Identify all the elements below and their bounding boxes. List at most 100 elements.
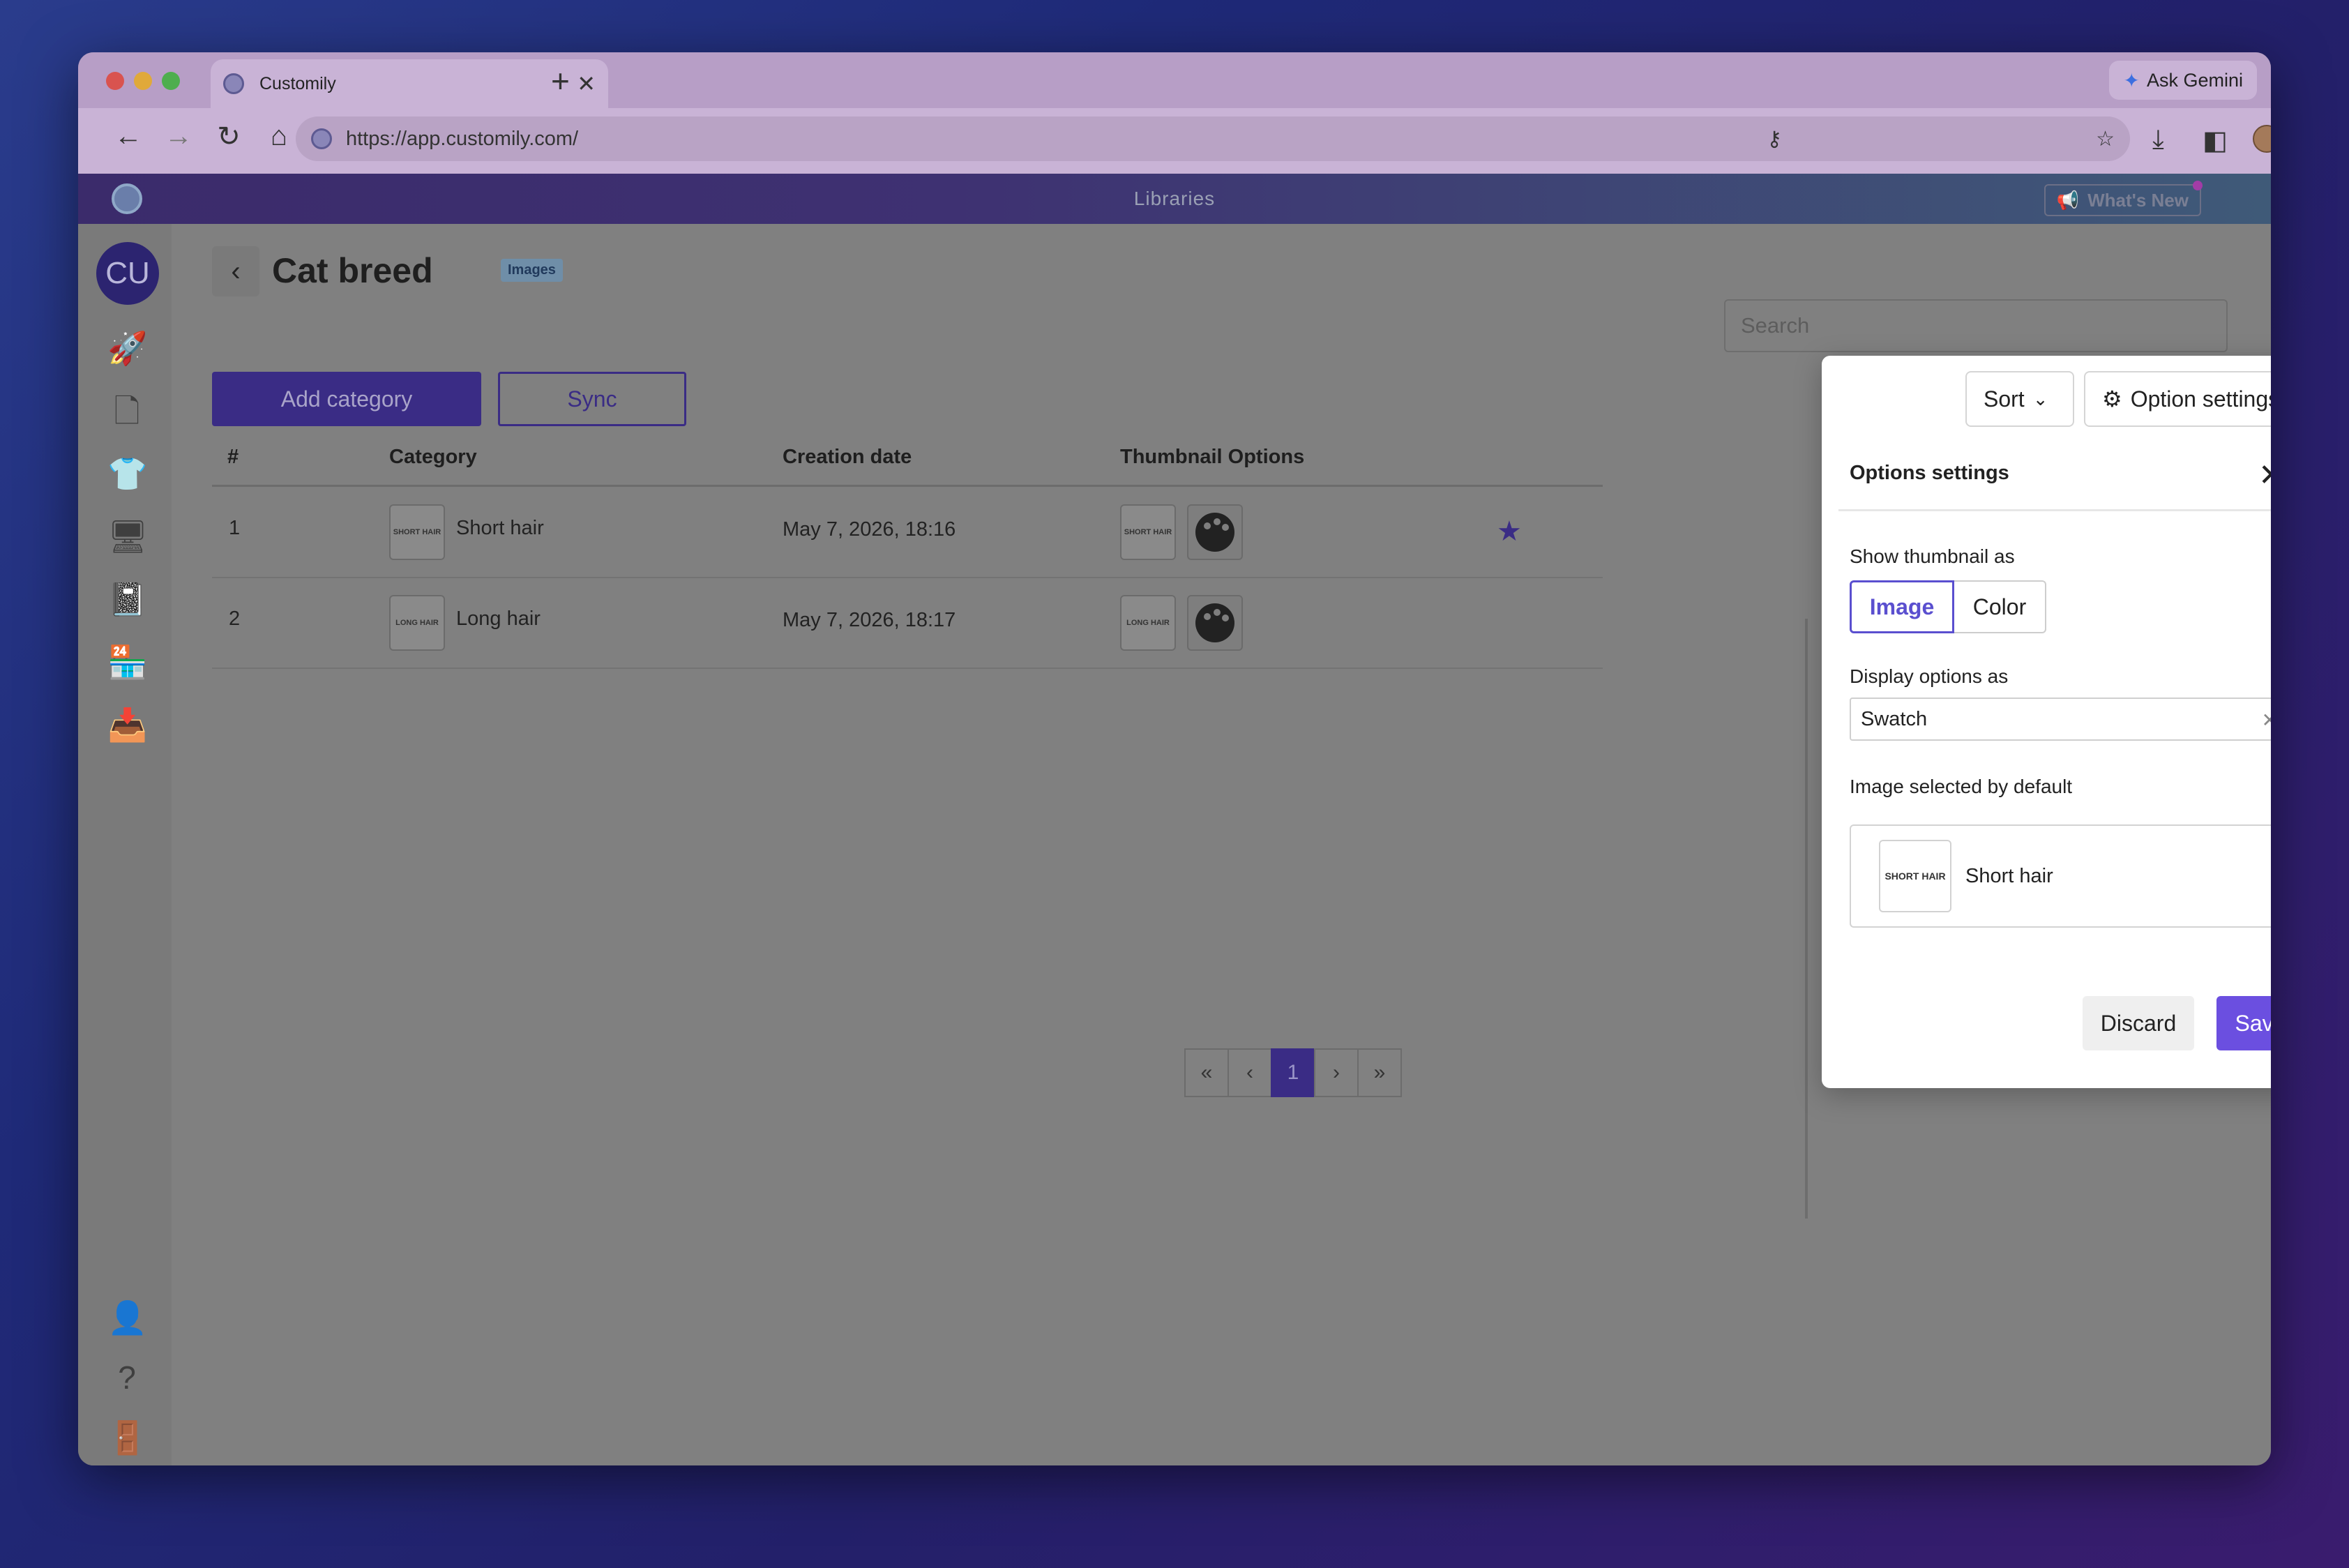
browser-window: Customily ✕ + ✦ Ask Gemini ← → ↻ ⌂ https… <box>78 52 2271 1465</box>
notification-dot <box>2193 181 2203 190</box>
search-input[interactable]: Search <box>1724 299 2228 352</box>
tab-title: Customily <box>259 73 336 93</box>
download-icon[interactable]: ⤓ <box>2152 125 2164 155</box>
user-settings-icon[interactable]: 👤 <box>107 1298 147 1337</box>
header-title: Libraries <box>1133 188 1216 209</box>
chevron-left-icon: ‹ <box>231 255 241 287</box>
sidebar: CU 🚀 🗋 👕 🖥 📓 🏪 📥 👤 ? 🚪 <box>78 224 172 1465</box>
window-minimize-dot[interactable] <box>134 72 152 90</box>
presentation-icon[interactable]: 🖥 <box>107 517 148 556</box>
thumbnail-toggle: Image Color <box>1850 580 2046 633</box>
whats-new-label: What's New <box>2087 189 2189 211</box>
category-name[interactable]: Short hair <box>456 517 544 540</box>
password-key-icon[interactable]: ⚷ <box>1767 127 1782 151</box>
palette-icon[interactable] <box>1187 595 1243 651</box>
sort-label: Sort <box>1984 386 2025 412</box>
thumbnail-image-option[interactable]: SHORT HAIR <box>1120 504 1176 560</box>
inbox-icon[interactable]: 📥 <box>107 705 147 744</box>
document-icon[interactable]: 🗋 <box>107 391 146 430</box>
palette-icon[interactable] <box>1187 504 1243 560</box>
col-header-creation-date: Creation date <box>783 446 912 468</box>
discard-button[interactable]: Discard <box>2083 996 2194 1050</box>
thumbnail-image-option[interactable]: LONG HAIR <box>1120 595 1176 651</box>
row-number: 1 <box>229 517 241 539</box>
library-book-icon[interactable]: 📓 <box>107 580 147 619</box>
default-image-name: Short hair <box>1965 865 2053 887</box>
tab-favicon-icon <box>223 73 244 94</box>
chevron-down-icon: ⌄ <box>2032 388 2048 409</box>
bookmark-star-icon[interactable]: ☆ <box>2096 127 2115 151</box>
col-header-thumbnail-options: Thumbnail Options <box>1120 446 1305 468</box>
user-avatar[interactable]: CU <box>96 242 159 305</box>
default-image-thumbnail: SHORT HAIR <box>1879 840 1951 912</box>
creation-date: May 7, 2026, 18:16 <box>783 518 956 541</box>
sort-button[interactable]: Sort ⌄ <box>1965 371 2074 427</box>
page-current-button[interactable]: 1 <box>1271 1048 1315 1097</box>
panel-divider-line <box>1838 509 2271 511</box>
option-settings-button[interactable]: ⚙ Option settings <box>2084 371 2271 427</box>
display-options-label: Display options as <box>1850 665 2009 687</box>
category-thumbnail: LONG HAIR <box>389 595 445 651</box>
table-row[interactable]: 2 LONG HAIR Long hair May 7, 2026, 18:17… <box>212 578 1603 669</box>
row-number: 2 <box>229 608 241 630</box>
option-settings-label: Option settings <box>2130 386 2271 412</box>
whats-new-button[interactable]: 📢 What's New <box>2044 184 2201 216</box>
window-close-dot[interactable] <box>106 72 124 90</box>
add-category-button[interactable]: Add category <box>212 372 481 426</box>
tshirt-icon[interactable]: 👕 <box>107 454 147 493</box>
save-button[interactable]: Save <box>2216 996 2271 1050</box>
side-panel-icon[interactable]: ◧ <box>2203 125 2228 156</box>
table-row[interactable]: 1 SHORT HAIR Short hair May 7, 2026, 18:… <box>212 488 1603 578</box>
default-image-selector[interactable]: SHORT HAIR Short hair <box>1850 824 2271 928</box>
page-first-button[interactable]: « <box>1184 1048 1229 1097</box>
back-arrow-icon[interactable]: ← <box>109 121 148 152</box>
tab-strip: Customily ✕ + ✦ Ask Gemini <box>78 52 2271 108</box>
tab-close-icon[interactable]: ✕ <box>577 70 596 97</box>
url-text: https://app.customily.com/ <box>346 127 579 150</box>
megaphone-icon: 📢 <box>2056 189 2080 211</box>
creation-date: May 7, 2026, 18:17 <box>783 609 956 631</box>
pagination: « ‹ 1 › » <box>1184 1048 1402 1097</box>
browser-tab[interactable]: Customily ✕ <box>211 59 608 108</box>
thumbnail-color-option[interactable]: Color <box>1954 580 2046 633</box>
col-header-category: Category <box>389 446 477 468</box>
sync-button[interactable]: Sync <box>498 372 686 426</box>
store-icon[interactable]: 🏪 <box>107 642 147 681</box>
ask-gemini-label: Ask Gemini <box>2146 69 2243 91</box>
page-next-button[interactable]: › <box>1314 1048 1359 1097</box>
gemini-sparkle-icon: ✦ <box>2123 69 2140 91</box>
gear-icon: ⚙ <box>2102 386 2122 412</box>
default-star-icon[interactable]: ★ <box>1497 515 1522 548</box>
forward-arrow-icon[interactable]: → <box>159 121 198 152</box>
back-button[interactable]: ‹ <box>212 246 259 296</box>
header-divider <box>212 485 1603 487</box>
category-name[interactable]: Long hair <box>456 608 541 631</box>
library-type-badge: Images <box>501 259 563 282</box>
options-settings-panel: Sort ⌄ ⚙ Option settings Options setting… <box>1822 356 2271 1088</box>
panel-divider <box>1805 619 1808 1219</box>
show-thumbnail-label: Show thumbnail as <box>1850 545 2015 567</box>
app-header: Libraries 📢 What's New <box>78 174 2271 224</box>
reload-icon[interactable]: ↻ <box>209 121 248 153</box>
rocket-icon[interactable]: 🚀 <box>107 329 147 368</box>
display-options-select[interactable]: Swatch ✕ ⌄ <box>1850 698 2271 741</box>
display-options-value: Swatch <box>1861 707 1928 730</box>
image-default-label: Image selected by default <box>1850 776 2073 797</box>
category-thumbnail: SHORT HAIR <box>389 504 445 560</box>
help-icon[interactable]: ? <box>107 1358 146 1397</box>
clear-icon[interactable]: ✕ <box>2262 709 2271 732</box>
panel-title: Options settings <box>1850 462 2009 484</box>
window-maximize-dot[interactable] <box>162 72 180 90</box>
logout-door-icon[interactable]: 🚪 <box>107 1418 147 1457</box>
page-title: Cat breed <box>272 251 433 290</box>
thumbnail-image-option[interactable]: Image <box>1850 580 1954 633</box>
page-prev-button[interactable]: ‹ <box>1228 1048 1272 1097</box>
address-bar[interactable]: https://app.customily.com/ ⚷ ☆ <box>296 116 2130 161</box>
new-tab-button[interactable]: + <box>551 62 570 100</box>
site-info-icon[interactable] <box>311 128 332 149</box>
close-icon[interactable]: ✕ <box>2258 458 2271 493</box>
ask-gemini-button[interactable]: ✦ Ask Gemini <box>2109 61 2257 100</box>
home-icon[interactable]: ⌂ <box>259 121 299 152</box>
page-last-button[interactable]: » <box>1357 1048 1402 1097</box>
col-header-number: # <box>227 446 239 468</box>
